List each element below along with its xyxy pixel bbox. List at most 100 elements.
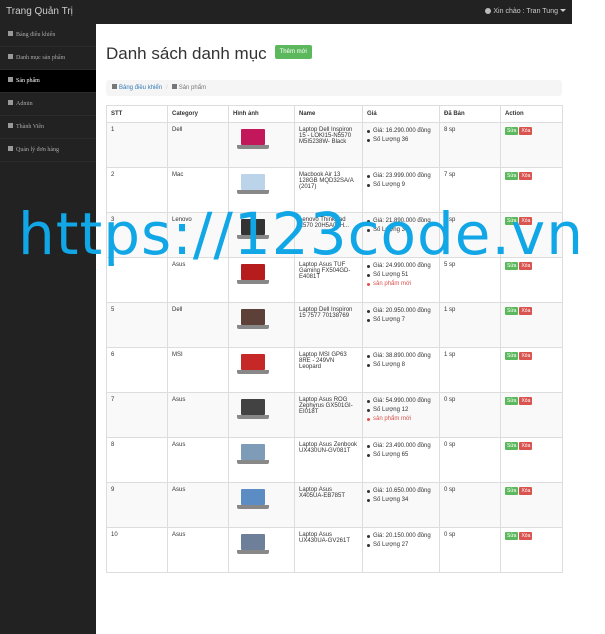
header-category: Category xyxy=(167,105,229,123)
user-greeting: Xin chào : Tran Tung xyxy=(493,8,558,15)
brand-title[interactable]: Trang Quản Trị xyxy=(6,6,73,17)
cell-stt: 4 xyxy=(106,257,168,303)
breadcrumb-current: Sản phẩm xyxy=(178,85,207,91)
quantity-text: Số Lượng 27 xyxy=(367,541,435,550)
cell-stt: 9 xyxy=(106,482,168,528)
laptop-image xyxy=(237,399,269,421)
cell-image xyxy=(228,347,295,393)
laptop-base xyxy=(237,550,269,554)
delete-button[interactable]: Xóa xyxy=(519,262,533,270)
edit-button[interactable]: Sửa xyxy=(505,307,519,315)
cell-name: Macbook Air 13 128GB MQD32SA/A (2017) xyxy=(294,167,363,213)
edit-button[interactable]: Sửa xyxy=(505,442,519,450)
quantity-text: Số Lượng 7 xyxy=(367,316,435,325)
price-text: Giá: 21.890.000 đồng xyxy=(367,217,435,226)
cell-sold: 0 sp xyxy=(439,392,501,438)
breadcrumb-dashboard-link[interactable]: Bảng điều khiển xyxy=(119,85,162,91)
delete-button[interactable]: Xóa xyxy=(519,532,533,540)
dashboard-icon xyxy=(8,31,13,36)
cell-name: Laptop Asus UX430UA-GV261T xyxy=(294,527,363,573)
header-image: Hình ảnh xyxy=(228,105,295,123)
sidebar-item-members[interactable]: Thành Viên xyxy=(0,116,96,139)
cell-image xyxy=(228,527,295,573)
cell-sold: 1 sp xyxy=(439,302,501,348)
cell-name: Laptop Dell Inspiron 15 7577 70138769 xyxy=(294,302,363,348)
delete-button[interactable]: Xóa xyxy=(519,307,533,315)
laptop-base xyxy=(237,190,269,194)
cell-action: Sửa Xóa xyxy=(500,347,563,393)
sidebar-item-categories[interactable]: Danh mục sản phẩm xyxy=(0,47,96,70)
cell-action: Sửa Xóa xyxy=(500,212,563,258)
price-info-list: Giá: 21.890.000 đồng Số Lượng 30 xyxy=(367,217,435,235)
user-menu[interactable]: Xin chào : Tran Tung xyxy=(485,8,566,15)
add-new-button[interactable]: Thêm mới xyxy=(274,45,312,59)
table-row: 9 Asus Laptop Asus X405UA-EB785T Giá: 10.65… xyxy=(106,482,563,528)
edit-button[interactable]: Sửa xyxy=(505,217,519,225)
delete-button[interactable]: Xóa xyxy=(519,352,533,360)
cell-price: Giá: 24.990.000 đồng Số Lượng 51 sản phẩm … xyxy=(362,257,440,303)
cell-sold: 7 sp xyxy=(439,167,501,213)
cell-image xyxy=(228,122,295,168)
header-name: Name xyxy=(294,105,363,123)
cell-action: Sửa Xóa xyxy=(500,167,563,213)
delete-button[interactable]: Xóa xyxy=(519,442,533,450)
laptop-base xyxy=(237,325,269,329)
cell-image xyxy=(228,257,295,303)
price-text: Giá: 38.890.000 đồng xyxy=(367,352,435,361)
cell-action: Sửa Xóa xyxy=(500,392,563,438)
cell-name: Laptop Asus ROG Zephyrus GX501GI-EI018T xyxy=(294,392,363,438)
cell-name: Laptop Asus Zenbook UX430UN-GV081T xyxy=(294,437,363,483)
sidebar-item-products[interactable]: Sản phẩm xyxy=(0,70,96,93)
laptop-image xyxy=(237,354,269,376)
laptop-screen xyxy=(241,354,265,370)
edit-button[interactable]: Sửa xyxy=(505,487,519,495)
quantity-text: Số Lượng 51 xyxy=(367,271,435,280)
delete-button[interactable]: Xóa xyxy=(519,172,533,180)
cell-image xyxy=(228,482,295,528)
delete-button[interactable]: Xóa xyxy=(519,217,533,225)
cell-image xyxy=(228,437,295,483)
cell-price: Giá: 54.990.000 đồng Số Lượng 12 sản phẩm … xyxy=(362,392,440,438)
breadcrumb-separator: / xyxy=(166,85,168,91)
laptop-screen xyxy=(241,129,265,145)
sidebar-item-admin[interactable]: Admin xyxy=(0,93,96,116)
cell-sold: 6 sp xyxy=(439,212,501,258)
delete-button[interactable]: Xóa xyxy=(519,397,533,405)
table-row: 8 Asus Laptop Asus Zenbook UX430UN-GV081T G… xyxy=(106,437,563,483)
edit-button[interactable]: Sửa xyxy=(505,352,519,360)
cell-stt: 10 xyxy=(106,527,168,573)
header-stt: STT xyxy=(106,105,168,123)
edit-button[interactable]: Sửa xyxy=(505,262,519,270)
cell-category: Lenovo xyxy=(167,212,229,258)
laptop-base xyxy=(237,370,269,374)
quantity-text: Số Lượng 36 xyxy=(367,136,435,145)
laptop-base xyxy=(237,145,269,149)
price-text: Giá: 24.990.000 đồng xyxy=(367,262,435,271)
sidebar-item-dashboard[interactable]: Bảng điều khiển xyxy=(0,24,96,47)
table-row: 10 Asus Laptop Asus UX430UA-GV261T Giá: 20.… xyxy=(106,527,563,573)
cell-action: Sửa Xóa xyxy=(500,257,563,303)
sidebar-item-orders[interactable]: Quản lý đơn hàng xyxy=(0,139,96,162)
cell-category: Asus xyxy=(167,392,229,438)
laptop-screen xyxy=(241,309,265,325)
edit-button[interactable]: Sửa xyxy=(505,172,519,180)
price-info-list: Giá: 16.290.000 đồng Số Lượng 36 xyxy=(367,127,435,145)
edit-button[interactable]: Sửa xyxy=(505,532,519,540)
laptop-image xyxy=(237,309,269,331)
laptop-screen xyxy=(241,444,265,460)
laptop-base xyxy=(237,460,269,464)
delete-button[interactable]: Xóa xyxy=(519,127,533,135)
edit-button[interactable]: Sửa xyxy=(505,127,519,135)
cell-action: Sửa Xóa xyxy=(500,302,563,348)
edit-button[interactable]: Sửa xyxy=(505,397,519,405)
price-info-list: Giá: 20.950.000 đồng Số Lượng 7 xyxy=(367,307,435,325)
caret-down-icon xyxy=(560,9,566,12)
cell-sold: 0 sp xyxy=(439,437,501,483)
laptop-image xyxy=(237,219,269,241)
quantity-text: Số Lượng 30 xyxy=(367,226,435,235)
laptop-base xyxy=(237,505,269,509)
cell-action: Sửa Xóa xyxy=(500,437,563,483)
price-info-list: Giá: 38.890.000 đồng Số Lượng 8 xyxy=(367,352,435,370)
user-icon xyxy=(485,8,492,14)
delete-button[interactable]: Xóa xyxy=(519,487,533,495)
